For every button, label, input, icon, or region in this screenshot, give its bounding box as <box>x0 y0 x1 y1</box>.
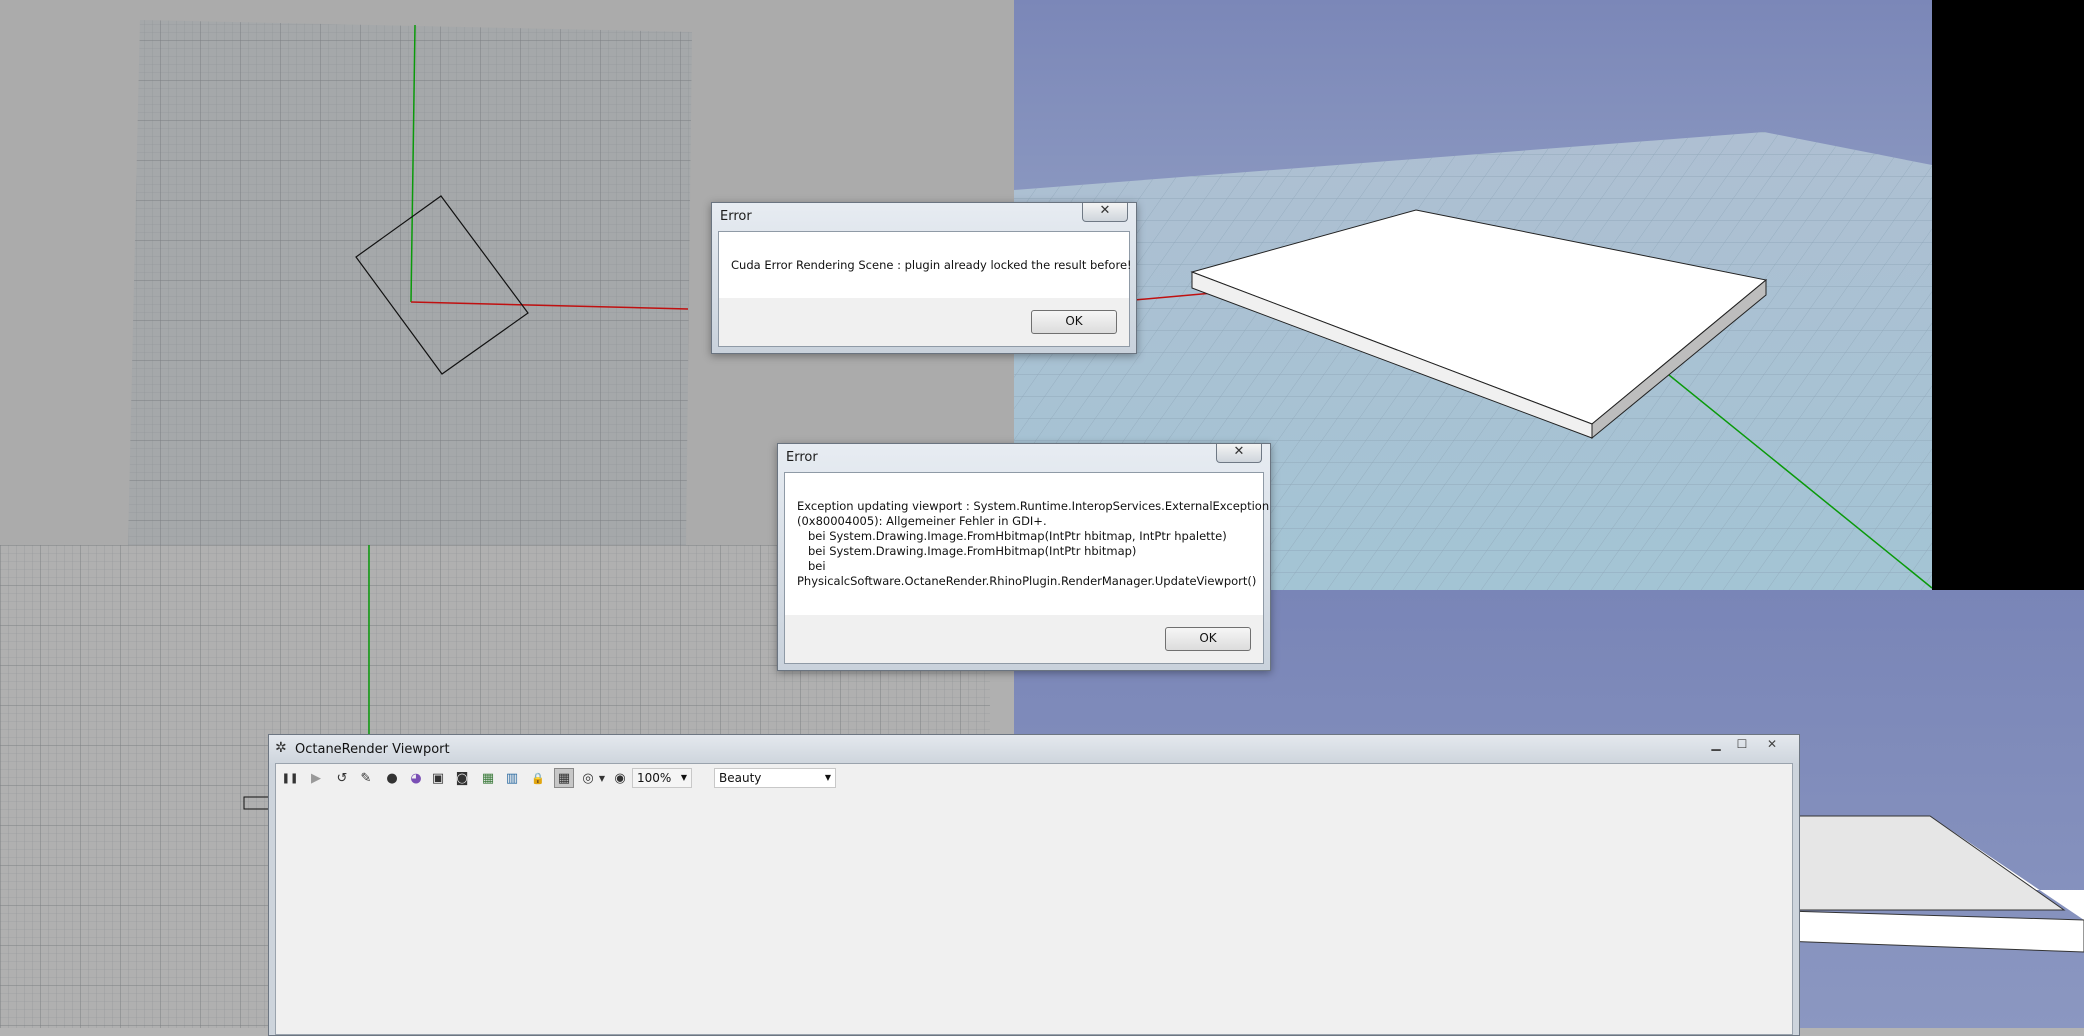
material-icon[interactable]: ◕ <box>406 768 426 788</box>
close-icon[interactable]: ✕ <box>1216 444 1262 463</box>
octane-logo-icon: ✲ <box>275 740 287 756</box>
error-message: Exception updating viewport : System.Run… <box>797 499 1269 589</box>
octane-viewport-window: ✲ OctaneRender Viewport ▁ ☐ ✕ ❚❚ ▶ ↺ ✎ ●… <box>268 734 1800 1036</box>
camera-icon[interactable]: ● <box>382 768 402 788</box>
lock-icon[interactable]: 🔒 <box>528 768 548 788</box>
minimize-icon[interactable]: ▁ <box>1703 737 1729 751</box>
error-message-line: bei <box>797 559 826 573</box>
close-icon[interactable]: ✕ <box>1759 737 1785 751</box>
error-message-line: Exception updating viewport : System.Run… <box>797 499 1270 513</box>
octane-client-area: ❚❚ ▶ ↺ ✎ ● ◕ ▣ ◙ ▦ ▥ 🔒 ▦ ◎ ▼ ◉ 100% ▼ Be… <box>275 763 1793 1035</box>
viewport-grid-icon[interactable]: ▦ <box>554 768 574 788</box>
error-message: Cuda Error Rendering Scene : plugin alre… <box>731 258 1132 272</box>
chevron-down-icon: ▼ <box>824 773 831 782</box>
play-icon[interactable]: ▶ <box>306 768 326 788</box>
render-settings-icon[interactable]: ✎ <box>356 768 376 788</box>
ok-button[interactable]: OK <box>1165 627 1251 651</box>
maximize-icon[interactable]: ☐ <box>1729 737 1755 751</box>
error-message-line: bei System.Drawing.Image.FromHbitmap(Int… <box>797 529 1227 543</box>
window-title: OctaneRender Viewport <box>295 742 450 757</box>
viewport-error-dialog: Error ✕ Exception updating viewport : Sy… <box>777 443 1271 671</box>
film-icon[interactable]: ▥ <box>502 768 522 788</box>
region-icon[interactable]: ▦ <box>478 768 498 788</box>
reset-icon[interactable]: ↺ <box>332 768 352 788</box>
render-pass-value: Beauty <box>719 771 762 785</box>
dialog-title: Error <box>720 209 752 224</box>
chevron-down-icon: ▼ <box>680 773 687 782</box>
close-icon[interactable]: ✕ <box>1082 203 1128 222</box>
dialog-body: Cuda Error Rendering Scene : plugin alre… <box>718 231 1132 347</box>
zoom-icon[interactable]: ◉ <box>610 768 630 788</box>
zoom-select[interactable]: 100% ▼ <box>632 768 692 788</box>
error-message-line: bei System.Drawing.Image.FromHbitmap(Int… <box>797 544 1137 558</box>
chevron-down-icon[interactable]: ▼ <box>592 768 612 788</box>
dialog-message-area: Exception updating viewport : System.Run… <box>785 473 1269 615</box>
render-pass-select[interactable]: Beauty ▼ <box>714 768 836 788</box>
dialog-body: Exception updating viewport : System.Run… <box>784 472 1269 664</box>
pause-icon[interactable]: ❚❚ <box>280 768 300 788</box>
ok-button[interactable]: OK <box>1031 310 1117 334</box>
error-message-line: (0x80004005): Allgemeiner Fehler in GDI+… <box>797 514 1047 528</box>
object-icon[interactable]: ▣ <box>428 768 448 788</box>
zoom-value: 100% <box>637 771 672 785</box>
snapshot-icon[interactable]: ◙ <box>452 768 472 788</box>
viewport-border <box>1932 0 2084 590</box>
cuda-error-dialog: Error ✕ Cuda Error Rendering Scene : plu… <box>711 202 1137 354</box>
render-canvas[interactable] <box>276 792 1792 1034</box>
dialog-message-area: Cuda Error Rendering Scene : plugin alre… <box>719 232 1132 298</box>
dialog-title: Error <box>786 450 818 465</box>
error-message-line: PhysicalcSoftware.OctaneRender.RhinoPlug… <box>797 574 1257 588</box>
